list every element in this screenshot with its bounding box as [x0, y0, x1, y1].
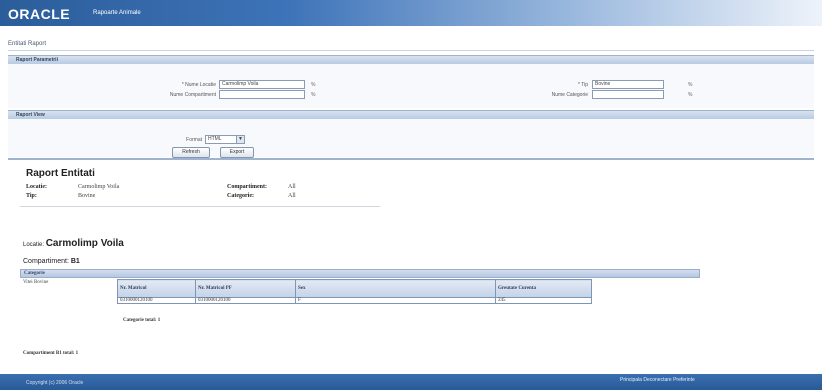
summary-tip-value: Bovine	[78, 193, 96, 199]
nume-categorie-wildcard: %	[688, 92, 693, 98]
footer-bar: Copyright (c) 2006 Oracle Principala Dec…	[0, 374, 822, 390]
report-title: Raport Entitati	[26, 168, 95, 179]
compartiment-total: Compartiment B1 total: 1	[23, 351, 79, 356]
cell-greutate-curenta: 245	[495, 297, 592, 304]
nume-compartiment-wildcard: %	[311, 92, 316, 98]
nume-locatie-input[interactable]: Carmolimp Voila	[219, 80, 305, 89]
compartiment-heading-value: B1	[70, 258, 80, 265]
cell-nr-matricol: 0310000120100	[117, 297, 196, 304]
dropdown-arrow-icon[interactable]: ▼	[236, 136, 244, 143]
locatie-heading-value: Carmolimp Voila	[45, 238, 124, 249]
tip-input[interactable]: Bovine	[592, 80, 664, 89]
col-nr-matricol-pf: Nr. Matricol PF	[195, 279, 296, 298]
view-section-header: Raport View	[8, 110, 814, 119]
params-panel	[8, 64, 814, 108]
summary-locatie-label: Locatie:	[26, 184, 47, 190]
view-panel	[8, 119, 814, 157]
summary-categorie-label: Categorie:	[227, 193, 254, 199]
locatie-heading-label: Locatie:	[23, 242, 45, 248]
locatie-heading: Locatie: Carmolimp Voila	[23, 238, 124, 249]
summary-compartiment-value: All	[288, 184, 296, 190]
cell-nr-matricol-pf: 0310000120100	[195, 297, 296, 304]
compartiment-heading-label: Compartiment:	[23, 258, 69, 265]
format-select[interactable]: HTML ▼	[205, 135, 245, 144]
nume-locatie-wildcard: %	[311, 82, 316, 88]
col-nr-matricol: Nr. Matricol	[117, 279, 196, 298]
cell-sex: F	[295, 297, 496, 304]
summary-divider	[20, 206, 380, 207]
table-row: 0310000120100 0310000120100 F 245	[117, 297, 592, 304]
nume-categorie-input[interactable]	[592, 90, 664, 99]
format-label: Format	[186, 137, 202, 143]
categorie-value: Vitei Bovine	[23, 280, 49, 285]
nume-compartiment-input[interactable]	[219, 90, 305, 99]
nume-locatie-label: * Nume Locatie	[181, 82, 216, 88]
entities-table: Nr. Matricol Nr. Matricol PF Sex Greutat…	[117, 279, 592, 304]
app-title: Rapoarte Animale	[93, 10, 141, 16]
summary-locatie-value: Carmolimp Voila	[78, 184, 120, 190]
summary-categorie-value: All	[288, 193, 296, 199]
format-selected-value: HTML	[208, 136, 222, 142]
header-bar: ORACLE Rapoarte Animale	[0, 0, 822, 26]
refresh-button[interactable]: Refresh	[172, 147, 210, 158]
summary-tip-label: Tip:	[26, 193, 37, 199]
report-area	[8, 158, 814, 362]
params-section-header: Raport Parametrii	[8, 55, 814, 64]
breadcrumb[interactable]: Entitati Raport	[8, 41, 46, 47]
breadcrumb-divider	[8, 50, 814, 51]
footer-copyright: Copyright (c) 2006 Oracle	[26, 380, 84, 386]
col-greutate-curenta: Greutate Curenta	[495, 279, 592, 298]
col-sex: Sex	[295, 279, 496, 298]
nume-compartiment-label: Nume Compartiment	[169, 92, 216, 98]
tip-label: * Tip	[577, 82, 588, 88]
oracle-logo: ORACLE	[8, 6, 71, 22]
footer-links[interactable]: Principala Deconectare Preferinte	[620, 377, 695, 383]
nume-categorie-label: Nume Categorie	[551, 92, 588, 98]
tip-wildcard: %	[688, 82, 693, 88]
categorie-header: Categorie	[20, 269, 700, 278]
compartiment-heading: Compartiment: B1	[23, 258, 80, 265]
export-button[interactable]: Export	[220, 147, 254, 158]
categorie-total: Categorie total: 1	[123, 318, 161, 323]
summary-compartiment-label: Compartiment:	[227, 184, 267, 190]
